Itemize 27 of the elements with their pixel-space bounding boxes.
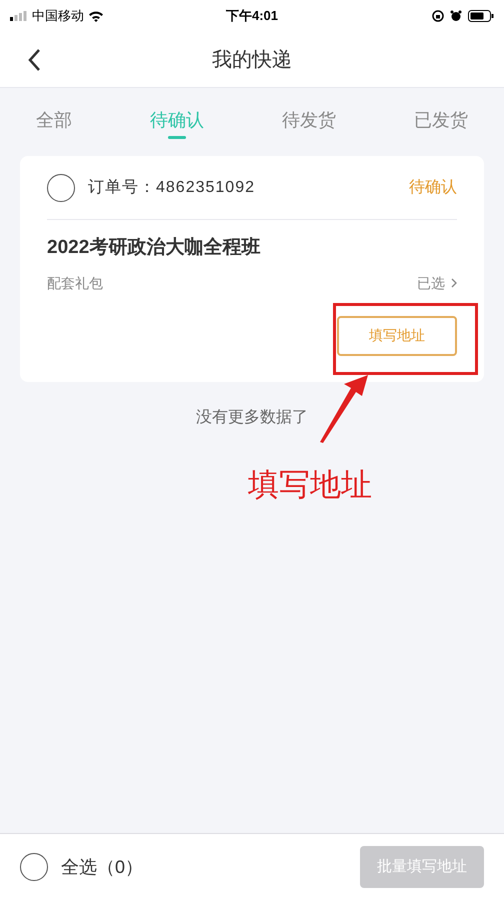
select-checkbox[interactable]	[47, 174, 75, 202]
course-title: 2022考研政治大咖全程班	[47, 236, 262, 260]
tab[interactable]: 全部	[36, 88, 72, 152]
chevron-right-icon	[451, 278, 457, 288]
tab[interactable]: 待确认	[150, 88, 204, 152]
order-number: 订单号：4862351092	[88, 178, 255, 198]
fill-address-button[interactable]: 填写地址	[337, 316, 457, 356]
rotation-lock-icon	[432, 10, 444, 22]
wifi-icon	[88, 10, 104, 22]
alarm-icon	[450, 10, 462, 22]
select-all-label: 全选（0）	[61, 856, 144, 878]
back-icon	[27, 48, 41, 72]
page-title: 我的快递	[212, 48, 292, 72]
tab-indicator	[168, 136, 186, 139]
annotation-text: 填写地址	[248, 466, 372, 504]
annotation-arrow	[320, 375, 368, 443]
gift-selection-link[interactable]: 已选	[417, 272, 457, 294]
signal-icon	[10, 11, 28, 21]
select-all-checkbox[interactable]	[20, 853, 48, 881]
end-of-list-text: 没有更多数据了	[195, 408, 309, 428]
tab[interactable]: 已发货	[414, 88, 468, 152]
status-time: 下午4:01	[226, 7, 278, 26]
tab[interactable]: 待发货	[282, 88, 336, 152]
order-status: 待确认	[409, 178, 457, 198]
battery-icon	[468, 10, 494, 22]
gift-label: 配套礼包	[47, 274, 103, 292]
carrier-name: 中国移动	[32, 7, 84, 26]
